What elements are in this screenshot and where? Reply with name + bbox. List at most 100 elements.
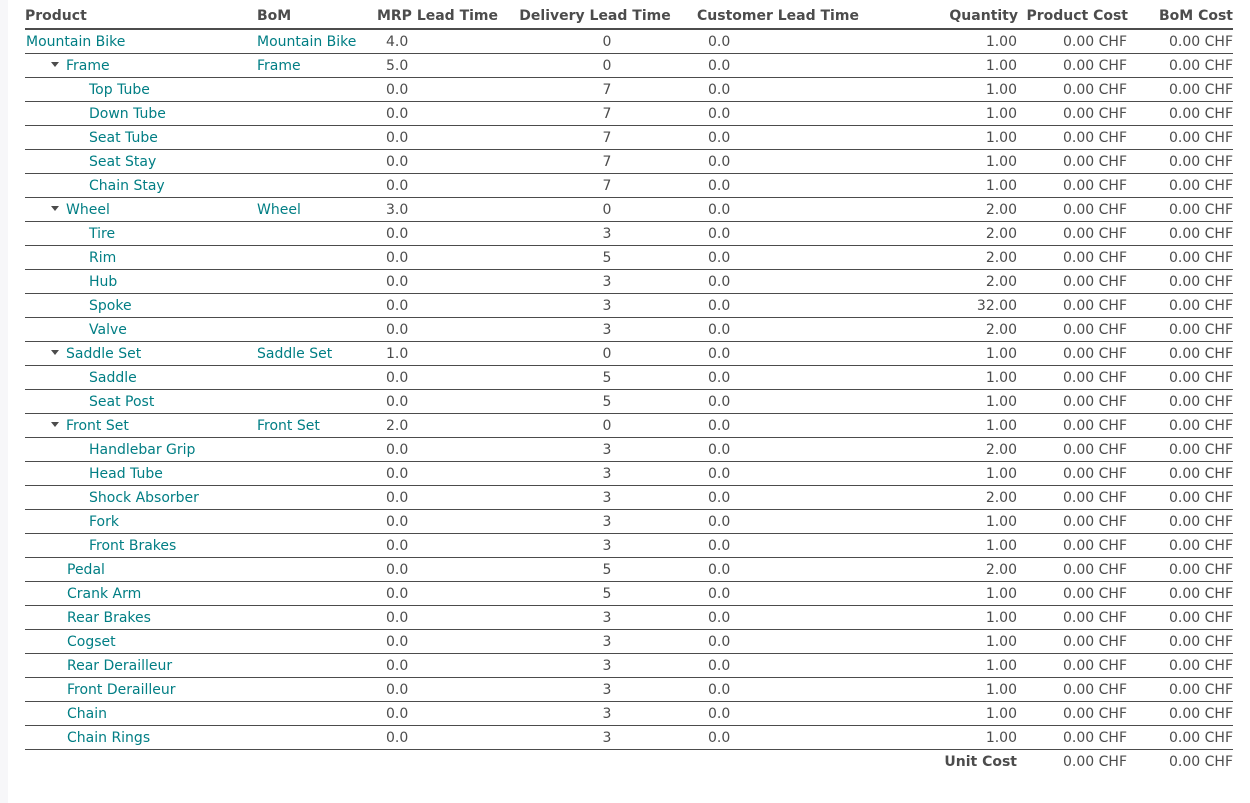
mrp-lead-time-cell: 0.0 xyxy=(365,125,510,150)
bom-cost-cell: 0.00 CHF xyxy=(1128,365,1233,390)
table-header-row: Product BoM MRP Lead Time Delivery Lead … xyxy=(25,4,1233,30)
delivery-lead-time-cell: 3 xyxy=(510,437,680,462)
delivery-lead-time-cell: 5 xyxy=(510,389,680,414)
product-link[interactable]: Wheel xyxy=(66,202,110,218)
caret-down-icon[interactable] xyxy=(51,206,59,211)
product-cell: Saddle Set xyxy=(25,341,257,366)
product-link[interactable]: Hub xyxy=(89,274,117,290)
bom-cell xyxy=(257,509,365,534)
product-link[interactable]: Saddle xyxy=(89,370,137,386)
delivery-lead-time-cell: 3 xyxy=(510,605,680,630)
bom-cell xyxy=(257,461,365,486)
bom-cell xyxy=(257,269,365,294)
product-cell: Front Brakes xyxy=(25,533,257,558)
quantity-cell: 1.00 xyxy=(880,149,1018,174)
bom-cell xyxy=(257,389,365,414)
table-row: Chain Rings 0.0 3 0.0 1.00 0.00 CHF 0.00 CHF xyxy=(25,725,1233,750)
product-cost-cell: 0.00 CHF xyxy=(1018,101,1128,126)
bom-cost-cell: 0.00 CHF xyxy=(1128,437,1233,462)
product-cell: Chain Rings xyxy=(25,725,257,750)
bom-cost-cell: 0.00 CHF xyxy=(1128,77,1233,102)
table-row: Top Tube 0.0 7 0.0 1.00 0.00 CHF 0.00 CHF xyxy=(25,77,1233,102)
product-link[interactable]: Rear Brakes xyxy=(67,610,151,626)
caret-down-icon[interactable] xyxy=(51,422,59,427)
quantity-cell: 1.00 xyxy=(880,725,1018,750)
product-link[interactable]: Front Derailleur xyxy=(67,682,176,698)
bom-cost-cell: 0.00 CHF xyxy=(1128,173,1233,198)
product-link[interactable]: Front Brakes xyxy=(89,538,176,554)
table-row: Chain Stay 0.0 7 0.0 1.00 0.00 CHF 0.00 CHF xyxy=(25,173,1233,198)
product-link[interactable]: Pedal xyxy=(67,562,105,578)
mrp-lead-time-cell: 0.0 xyxy=(365,149,510,174)
quantity-cell: 2.00 xyxy=(880,437,1018,462)
bom-cell xyxy=(257,677,365,702)
product-cost-cell: 0.00 CHF xyxy=(1018,269,1128,294)
mrp-lead-time-cell: 0.0 xyxy=(365,221,510,246)
product-cell: Spoke xyxy=(25,293,257,318)
product-link[interactable]: Chain xyxy=(67,706,107,722)
bom-cell xyxy=(257,629,365,654)
caret-down-icon[interactable] xyxy=(51,62,59,67)
product-link[interactable]: Crank Arm xyxy=(67,586,141,602)
table-row: Saddle 0.0 5 0.0 1.00 0.00 CHF 0.00 CHF xyxy=(25,365,1233,390)
delivery-lead-time-cell: 5 xyxy=(510,245,680,270)
product-link[interactable]: Tire xyxy=(89,226,115,242)
product-cost-cell: 0.00 CHF xyxy=(1018,221,1128,246)
product-link[interactable]: Front Set xyxy=(66,418,129,434)
mrp-lead-time-cell: 0.0 xyxy=(365,365,510,390)
product-link[interactable]: Spoke xyxy=(89,298,132,314)
product-link[interactable]: Seat Post xyxy=(89,394,154,410)
product-cost-cell: 0.00 CHF xyxy=(1018,485,1128,510)
bom-cost-cell: 0.00 CHF xyxy=(1128,53,1233,78)
bom-link[interactable]: Saddle Set xyxy=(257,346,332,362)
product-cell: Front Derailleur xyxy=(25,677,257,702)
product-link[interactable]: Valve xyxy=(89,322,127,338)
product-link[interactable]: Frame xyxy=(66,58,110,74)
caret-down-icon[interactable] xyxy=(51,350,59,355)
mrp-lead-time-cell: 3.0 xyxy=(365,197,510,222)
table-row: Chain 0.0 3 0.0 1.00 0.00 CHF 0.00 CHF xyxy=(25,701,1233,726)
delivery-lead-time-cell: 3 xyxy=(510,701,680,726)
delivery-lead-time-cell: 5 xyxy=(510,557,680,582)
mrp-lead-time-cell: 0.0 xyxy=(365,533,510,558)
product-link[interactable]: Seat Stay xyxy=(89,154,156,170)
product-cost-cell: 0.00 CHF xyxy=(1018,701,1128,726)
customer-lead-time-cell: 0.0 xyxy=(680,509,880,534)
bom-link[interactable]: Frame xyxy=(257,58,301,74)
bom-link[interactable]: Front Set xyxy=(257,418,320,434)
product-link[interactable]: Handlebar Grip xyxy=(89,442,195,458)
product-link[interactable]: Top Tube xyxy=(89,82,150,98)
mrp-lead-time-cell: 0.0 xyxy=(365,101,510,126)
product-link[interactable]: Chain Rings xyxy=(67,730,150,746)
bom-cost-cell: 0.00 CHF xyxy=(1128,533,1233,558)
mrp-lead-time-cell: 0.0 xyxy=(365,173,510,198)
mrp-lead-time-cell: 0.0 xyxy=(365,629,510,654)
bom-cell xyxy=(257,317,365,342)
product-link[interactable]: Shock Absorber xyxy=(89,490,199,506)
product-link[interactable]: Fork xyxy=(89,514,119,530)
product-link[interactable]: Cogset xyxy=(67,634,116,650)
mrp-lead-time-cell: 1.0 xyxy=(365,341,510,366)
product-link[interactable]: Chain Stay xyxy=(89,178,165,194)
bom-link[interactable]: Mountain Bike xyxy=(257,34,356,50)
quantity-cell: 1.00 xyxy=(880,509,1018,534)
bom-cost-cell: 0.00 CHF xyxy=(1128,725,1233,750)
product-link[interactable]: Head Tube xyxy=(89,466,163,482)
delivery-lead-time-cell: 0 xyxy=(510,53,680,78)
product-link[interactable]: Down Tube xyxy=(89,106,166,122)
product-cost-cell: 0.00 CHF xyxy=(1018,245,1128,270)
product-link[interactable]: Rear Derailleur xyxy=(67,658,172,674)
quantity-cell: 2.00 xyxy=(880,269,1018,294)
product-link[interactable]: Seat Tube xyxy=(89,130,158,146)
product-link[interactable]: Mountain Bike xyxy=(26,34,125,50)
table-row: Frame Frame 5.0 0 0.0 1.00 0.00 CHF 0.00 CHF xyxy=(25,53,1233,78)
product-cell: Saddle xyxy=(25,365,257,390)
product-cell: Hub xyxy=(25,269,257,294)
bom-link[interactable]: Wheel xyxy=(257,202,301,218)
customer-lead-time-cell: 0.0 xyxy=(680,485,880,510)
product-link[interactable]: Rim xyxy=(89,250,116,266)
product-cell: Handlebar Grip xyxy=(25,437,257,462)
product-link[interactable]: Saddle Set xyxy=(66,346,141,362)
quantity-cell: 1.00 xyxy=(880,389,1018,414)
table-row: Hub 0.0 3 0.0 2.00 0.00 CHF 0.00 CHF xyxy=(25,269,1233,294)
